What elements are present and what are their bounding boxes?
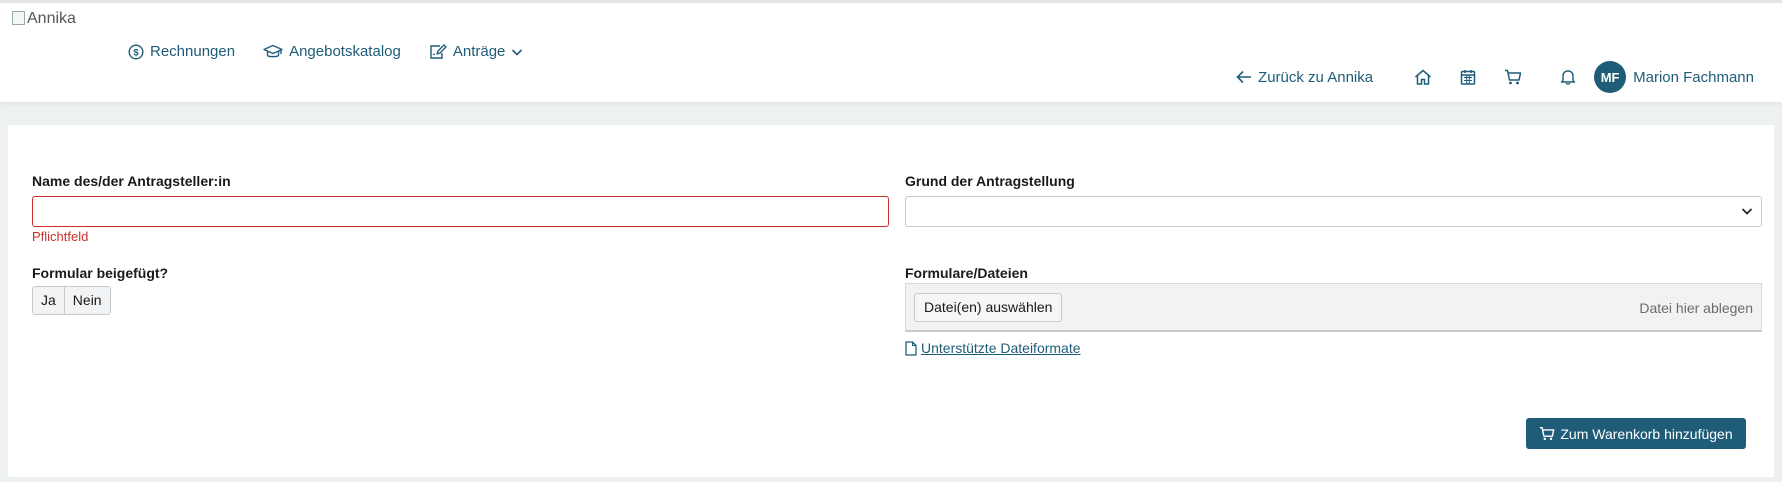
user-name[interactable]: Marion Fachmann [1633, 69, 1754, 86]
file-icon [905, 340, 917, 356]
nav-item-antraege[interactable]: Anträge [429, 43, 524, 60]
form-attached-label: Formular beigefügt? [32, 265, 169, 281]
no-option[interactable]: Nein [63, 287, 110, 314]
graduation-cap-icon [263, 44, 283, 57]
top-navigation-bar: Annika $ Rechnungen Angebotskatalog Antr… [0, 0, 1782, 102]
add-to-cart-button[interactable]: Zum Warenkorb hinzufügen [1526, 418, 1746, 449]
formats-link-label: Unterstützte Dateiformate [921, 340, 1081, 356]
user-navigation: Zurück zu Annika MF Marion Fachmann [1236, 61, 1754, 93]
avatar[interactable]: MF [1594, 61, 1627, 93]
svg-text:$: $ [133, 47, 139, 58]
dollar-circle-icon: $ [128, 43, 144, 60]
calendar-button[interactable] [1456, 65, 1480, 89]
notifications-button[interactable] [1556, 65, 1580, 89]
nav-label: Anträge [452, 43, 506, 60]
arrow-left-icon [1236, 70, 1252, 84]
bell-icon [1560, 70, 1576, 85]
name-label: Name des/der Antragsteller:in [32, 173, 231, 189]
nav-label: Rechnungen [150, 43, 236, 60]
edit-document-icon [430, 43, 447, 59]
home-button[interactable] [1411, 65, 1435, 89]
chevron-down-icon [512, 48, 523, 56]
main-navigation: $ Rechnungen Angebotskatalog Anträge [128, 43, 523, 60]
supported-formats-link[interactable]: Unterstützte Dateiformate [905, 340, 1081, 356]
cart-button[interactable] [1501, 65, 1525, 89]
required-field-error: Pflichtfeld [32, 229, 89, 244]
logo-alt-text: Annika [27, 11, 76, 27]
request-form-card: Name des/der Antragsteller:in Pflichtfel… [8, 125, 1774, 477]
reason-label: Grund der Antragstellung [905, 173, 1075, 189]
choose-files-button[interactable]: Datei(en) auswählen [914, 293, 1063, 322]
shopping-cart-icon [1505, 69, 1522, 85]
logo[interactable]: Annika [12, 11, 82, 41]
reason-select[interactable] [905, 196, 1762, 227]
applicant-name-input[interactable] [32, 196, 889, 227]
nav-item-rechnungen[interactable]: $ Rechnungen [128, 43, 235, 60]
add-to-cart-label: Zum Warenkorb hinzufügen [1560, 425, 1733, 442]
nav-item-angebotskatalog[interactable]: Angebotskatalog [263, 43, 401, 60]
chevron-down-icon [1741, 208, 1753, 215]
home-icon [1415, 69, 1432, 85]
form-attached-toggle: Ja Nein [32, 286, 111, 315]
nav-label: Angebotskatalog [289, 43, 401, 60]
files-label: Formulare/Dateien [905, 265, 1028, 281]
broken-image-icon [12, 11, 25, 25]
back-to-annika-link[interactable]: Zurück zu Annika [1236, 69, 1373, 86]
shopping-cart-icon [1540, 427, 1555, 441]
yes-option[interactable]: Ja [33, 287, 64, 314]
drop-hint: Datei hier ablegen [1639, 300, 1753, 316]
back-label: Zurück zu Annika [1258, 68, 1374, 86]
file-dropzone[interactable]: Datei(en) auswählen Datei hier ablegen [905, 283, 1762, 332]
calendar-icon [1460, 70, 1476, 85]
